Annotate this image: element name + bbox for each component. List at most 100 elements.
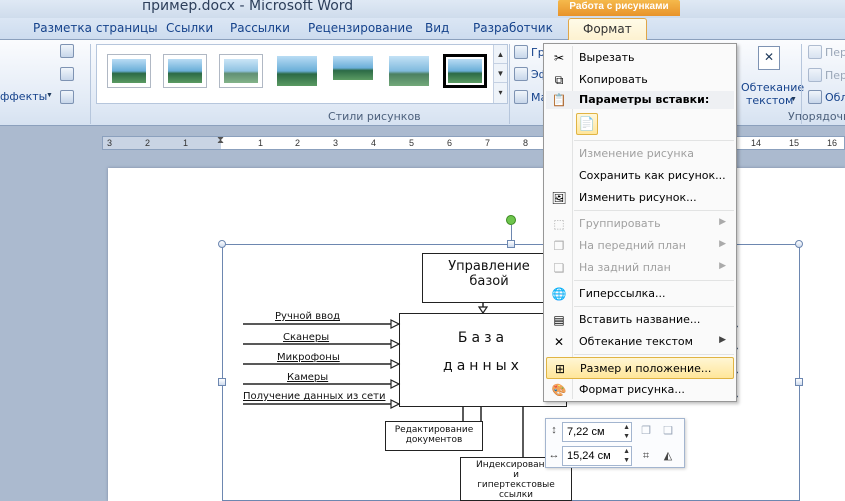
menu-item-label: Гиперссылка... [579,287,666,300]
picture-style-thumb[interactable] [387,54,431,88]
reset-picture-icon[interactable] [60,90,74,104]
menu-item-label: Формат рисунка... [579,383,685,396]
menu-item-wrap-text[interactable]: ✕ Обтекание текстом ▶ [546,331,734,353]
paste-keep-formatting-icon[interactable]: 📄 [576,113,598,135]
spin-arrows-icon[interactable]: ▲ ▼ [623,447,630,465]
selection-pane-icon[interactable] [808,90,822,104]
picture-style-thumb[interactable] [331,54,375,88]
menu-item-copy[interactable]: ⧉ Копировать [546,69,734,91]
resize-handle-left[interactable] [218,378,226,386]
spin-arrows-icon[interactable]: ▲ ▼ [623,423,630,441]
submenu-arrow-icon: ▶ [719,261,726,271]
height-spinner[interactable]: 7,22 см ▲ ▼ [562,422,632,442]
menu-separator [574,140,734,141]
picture-style-thumb[interactable] [107,54,151,88]
picture-border-icon[interactable] [514,45,528,59]
resize-handle-top-right[interactable] [795,240,803,248]
shape-style-icon[interactable]: ◭ [660,448,676,464]
gallery-down-icon[interactable]: ▼ [494,64,507,83]
tab-view[interactable]: Вид [425,21,449,35]
menu-item-save-as-picture[interactable]: Сохранить как рисунок... [546,165,734,187]
menu-item-label: Вырезать [579,51,635,64]
picture-style-thumb[interactable] [275,54,319,88]
group-separator [509,44,510,124]
mini-toolbar: ↕ 7,22 см ▲ ▼ ❐ ❏ ↔ 15,24 см ▲ ▼ ⌗ ◭ [545,418,685,468]
send-backward-button[interactable]: Пер [825,69,845,82]
menu-separator [574,210,734,211]
ruler-number: 15 [789,138,800,148]
scissors-icon: ✂ [553,51,565,65]
wrap-text-icon[interactable]: ✕ [758,46,780,70]
menu-item-label: Группировать [579,217,661,230]
ruler-number: 1 [258,138,264,148]
tab-developer[interactable]: Разработчик [473,21,553,35]
picture-layout-icon[interactable] [514,90,528,104]
width-spinner[interactable]: 15,24 см ▲ ▼ [562,446,632,466]
wrap-text-label-line1[interactable]: Обтекание [741,81,804,94]
ruler-number: 6 [447,138,453,148]
context-menu: ✂ Вырезать ⧉ Копировать 📋 Параметры вста… [543,43,737,402]
tab-mailings[interactable]: Рассылки [230,21,290,35]
menu-item-group[interactable]: ⬚ Группировать ▶ [546,213,734,235]
caption-icon: ▤ [553,313,565,327]
wrap-text-label-line2[interactable]: текстом [746,94,793,107]
format-picture-icon: 🎨 [551,383,567,397]
menu-item-hyperlink[interactable]: 🌐 Гиперссылка... [546,283,734,305]
ruler-number: 1 [183,138,189,148]
title-bar: пример.docx - Microsoft Word Работа с ри… [0,0,845,18]
change-picture-icon[interactable] [60,67,74,81]
menu-item-change-picture-group[interactable]: Изменение рисунка [546,143,734,165]
tab-references[interactable]: Ссылки [166,21,213,35]
picture-style-thumb[interactable] [219,54,263,88]
bring-forward-icon[interactable] [808,45,822,59]
diagram-text: Редактирование [394,425,474,435]
menu-item-send-to-back[interactable]: ❏ На задний план ▶ [546,257,734,279]
bring-forward-icon[interactable]: ❐ [638,423,654,439]
menu-item-format-picture[interactable]: 🎨 Формат рисунка... [546,379,734,401]
compress-pictures-icon[interactable] [60,44,74,58]
send-backward-icon[interactable]: ❏ [660,423,676,439]
selection-pane-button[interactable]: Обл [825,91,845,104]
width-value: 15,24 см [567,450,611,462]
gallery-up-icon[interactable]: ▲ [494,45,507,64]
diagram-text: и [513,470,519,480]
menu-item-insert-caption[interactable]: ▤ Вставить название... [546,309,734,331]
menu-item-change-picture[interactable]: 🖼 Изменить рисунок... [546,187,734,209]
picture-tools-group-label: Работа с рисунками [558,0,680,16]
tab-review[interactable]: Рецензирование [308,21,413,35]
menu-item-label: Изменить рисунок... [579,191,697,204]
picture-effects-button[interactable]: ффекты [0,90,47,103]
resize-handle-top[interactable] [507,240,515,248]
menu-item-label: Изменение рисунка [579,147,694,160]
rotation-handle[interactable] [506,215,516,225]
bring-forward-icon: ❐ [553,239,565,253]
indent-marker-icon[interactable]: ⧗ [217,135,224,146]
menu-separator [574,280,734,281]
ruler-margin [103,137,221,149]
tab-format[interactable]: Формат [568,18,647,41]
chevron-down-icon: ▼ [790,96,797,103]
tab-page-layout[interactable]: Разметка страницы [33,21,158,35]
menu-item-label: На передний план [579,239,686,252]
gallery-more-icon[interactable]: ▾ [494,83,507,102]
gallery-scroll: ▲ ▼ ▾ [493,45,507,103]
resize-handle-top-left[interactable] [218,240,226,248]
picture-effects-icon[interactable] [514,67,528,81]
picture-style-thumb[interactable] [443,54,487,88]
menu-item-cut[interactable]: ✂ Вырезать [546,47,734,69]
resize-handle-right[interactable] [795,378,803,386]
menu-item-label: Сохранить как рисунок... [579,169,726,182]
ruler-number: 2 [145,138,151,148]
ruler-number: 16 [827,138,838,148]
send-backward-icon[interactable] [808,68,822,82]
crop-icon[interactable]: ⌗ [638,448,654,464]
size-position-icon: ⊞ [554,362,566,376]
ribbon-tabs: Разметка страницы Ссылки Рассылки Реценз… [0,18,845,41]
menu-item-bring-to-front[interactable]: ❐ На передний план ▶ [546,235,734,257]
diagram-text: ссылки [498,490,534,500]
menu-item-label: Размер и положение... [580,362,712,375]
bring-forward-button[interactable]: Пер [825,46,845,59]
submenu-arrow-icon: ▶ [719,239,726,249]
menu-item-size-and-position[interactable]: ⊞ Размер и положение... [546,357,734,379]
picture-style-thumb[interactable] [163,54,207,88]
